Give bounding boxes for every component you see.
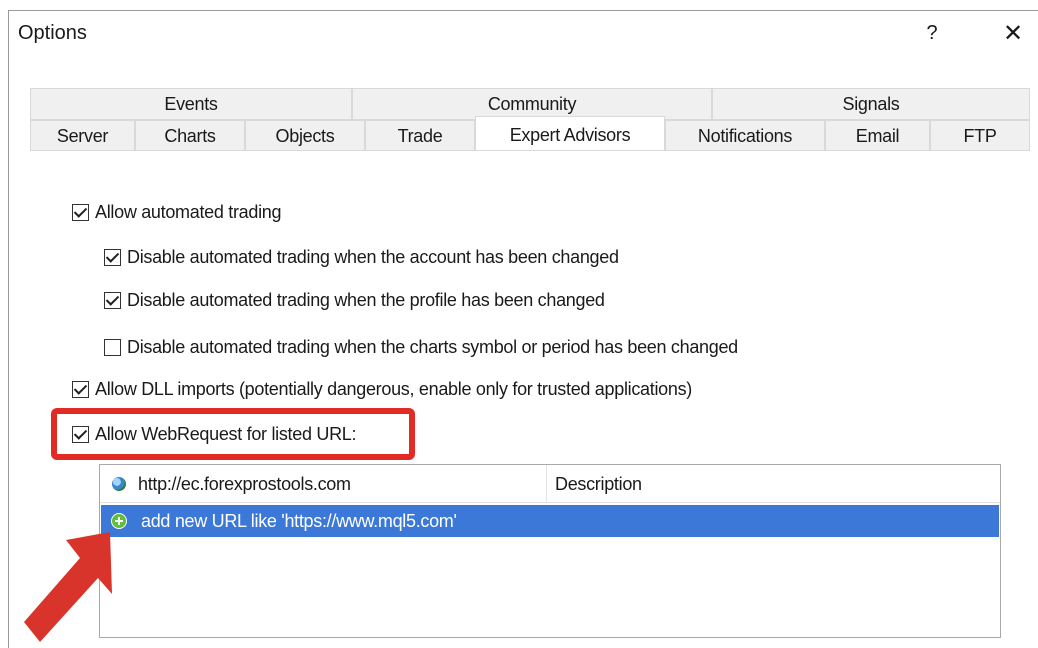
tab-server[interactable]: Server — [30, 120, 135, 152]
tab-strip: Events Community Signals Server Charts O… — [30, 82, 1030, 154]
add-new-url-row[interactable]: add new URL like 'https://www.mql5.com' — [101, 505, 999, 537]
highlight-box — [51, 408, 415, 460]
option-disable-on-symbol-change[interactable]: Disable automated trading when the chart… — [104, 337, 738, 358]
tab-events[interactable]: Events — [30, 88, 352, 120]
tab-email[interactable]: Email — [825, 120, 930, 152]
checkbox[interactable] — [104, 249, 121, 266]
tab-expert-advisors[interactable]: Expert Advisors — [475, 116, 665, 154]
checkbox[interactable] — [104, 292, 121, 309]
globe-icon — [112, 477, 126, 491]
checkbox[interactable] — [72, 381, 89, 398]
option-allow-automated-trading[interactable]: Allow automated trading — [72, 202, 282, 223]
url-text: http://ec.forexprostools.com — [138, 473, 351, 494]
checkbox[interactable] — [72, 204, 89, 221]
help-button[interactable]: ? — [918, 18, 946, 48]
option-label: Allow automated trading — [95, 202, 282, 222]
red-arrow-icon — [24, 532, 112, 642]
tab-ftp[interactable]: FTP — [930, 120, 1030, 152]
tab-signals[interactable]: Signals — [712, 88, 1030, 120]
tab-trade[interactable]: Trade — [365, 120, 475, 152]
close-icon: ✕ — [1002, 19, 1024, 47]
description-header[interactable]: Description — [555, 465, 995, 503]
tab-objects[interactable]: Objects — [245, 120, 365, 152]
plus-icon — [111, 513, 127, 529]
option-label: Disable automated trading when the chart… — [127, 337, 738, 357]
option-label: Disable automated trading when the profi… — [127, 290, 605, 310]
tab-charts[interactable]: Charts — [135, 120, 245, 152]
option-disable-on-account-change[interactable]: Disable automated trading when the accou… — [104, 247, 619, 268]
option-label: Disable automated trading when the accou… — [127, 247, 619, 267]
tab-notifications[interactable]: Notifications — [665, 120, 825, 152]
option-label: Allow DLL imports (potentially dangerous… — [95, 379, 692, 399]
checkbox[interactable] — [104, 339, 121, 356]
add-new-url-label: add new URL like 'https://www.mql5.com' — [141, 510, 457, 531]
option-disable-on-profile-change[interactable]: Disable automated trading when the profi… — [104, 290, 605, 311]
window-title: Options — [18, 22, 87, 44]
url-list-row: http://ec.forexprostools.com Description — [100, 465, 1000, 503]
url-cell[interactable]: http://ec.forexprostools.com — [100, 465, 547, 503]
option-allow-dll-imports[interactable]: Allow DLL imports (potentially dangerous… — [72, 379, 692, 400]
url-list[interactable]: http://ec.forexprostools.com Description… — [99, 464, 1001, 638]
close-button[interactable]: ✕ — [996, 18, 1030, 48]
